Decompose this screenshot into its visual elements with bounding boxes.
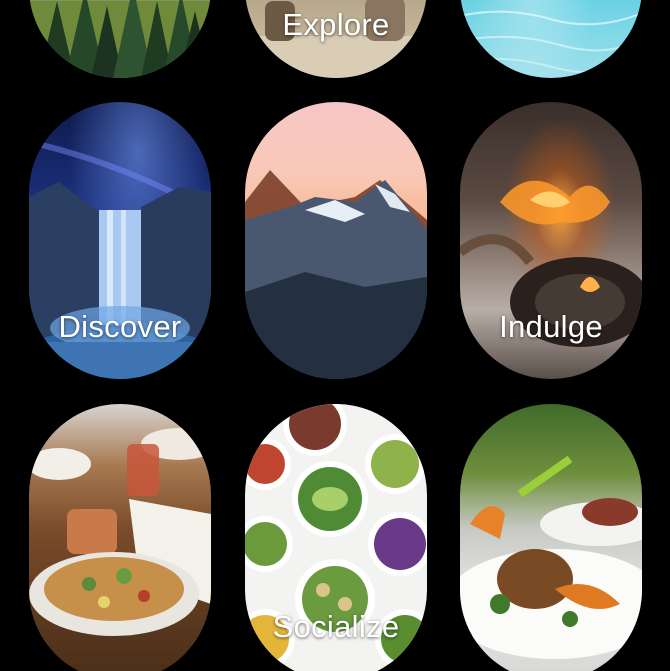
category-grid: Explore Discover Indulge Socialize <box>0 0 670 671</box>
tile-explore[interactable]: Explore <box>245 0 427 78</box>
tile-socialize[interactable]: Socialize <box>245 404 427 671</box>
restaurant-table-image <box>29 404 211 671</box>
tile-label-discover: Discover <box>58 309 182 344</box>
tile-label-explore: Explore <box>282 7 390 42</box>
tile-restaurant[interactable] <box>29 404 211 671</box>
tile-dish[interactable] <box>460 404 642 671</box>
plated-dish-image <box>460 404 642 671</box>
tile-water[interactable] <box>460 0 642 78</box>
forest-image <box>29 0 211 78</box>
tile-indulge[interactable]: Indulge <box>460 102 642 379</box>
tile-forest[interactable] <box>29 0 211 78</box>
tile-mountain[interactable] <box>245 102 427 379</box>
tile-label-socialize: Socialize <box>272 609 400 644</box>
tile-label-indulge: Indulge <box>499 309 603 344</box>
water-image <box>460 0 642 78</box>
tile-discover[interactable]: Discover <box>29 102 211 379</box>
mountain-image <box>245 102 427 379</box>
